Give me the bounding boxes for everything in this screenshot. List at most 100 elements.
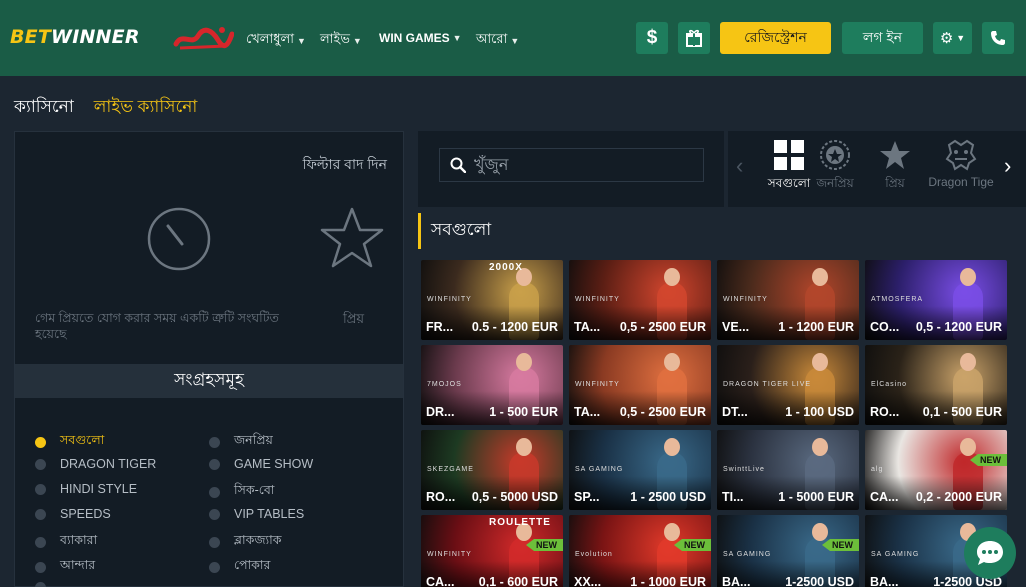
radio-dot: [35, 582, 46, 587]
collection-item-vip-tables[interactable]: VIP TABLES: [209, 507, 304, 521]
phone-icon: [991, 31, 1005, 45]
game-name: CA...: [870, 490, 899, 504]
game-card[interactable]: SA GAMING NEW BA... 1-2500 USD: [717, 515, 859, 587]
game-card[interactable]: Evolution NEW XX... 1 - 1000 EUR: [569, 515, 711, 587]
game-card[interactable]: WINFINITY 2000X FR... 0.5 - 1200 EUR: [421, 260, 563, 340]
search-input[interactable]: খুঁজুন: [439, 148, 704, 182]
games-grid: WINFINITY 2000X FR... 0.5 - 1200 EUR WINFINI…: [421, 260, 1011, 587]
gear-icon: ⚙: [939, 30, 954, 47]
bet-limit: 1 - 2500 USD: [630, 490, 706, 504]
radio-dot: [35, 508, 46, 520]
deposit-button[interactable]: $: [636, 22, 668, 54]
game-card[interactable]: SA GAMING SP... 1 - 2500 USD: [569, 430, 711, 510]
collection-item-baccarat[interactable]: ব্যাকারা: [35, 532, 97, 552]
game-card[interactable]: WINFINITY TA... 0,5 - 2500 EUR: [569, 345, 711, 425]
radio-dot: [35, 536, 46, 548]
game-name: BA...: [722, 575, 751, 587]
game-banner: ROULETTE: [489, 517, 551, 528]
favorites-label: প্রিয়: [343, 311, 365, 326]
radio-dot: [209, 561, 220, 573]
game-name: TI...: [722, 490, 744, 504]
dragon-icon: [945, 139, 977, 171]
collection-item-sic-bo[interactable]: সিক-বো: [209, 482, 274, 502]
radio-dot: [209, 436, 220, 448]
badge-icon: [820, 140, 850, 170]
game-card[interactable]: SwinttLive TI... 1 - 5000 EUR: [717, 430, 859, 510]
game-card[interactable]: ATMOSFERA CO... 0,5 - 1200 EUR: [865, 260, 1007, 340]
game-card[interactable]: ElCasino RO... 0,1 - 500 EUR: [865, 345, 1007, 425]
reset-filter-link[interactable]: ফিল্টার বাদ দিন: [303, 153, 387, 177]
game-card[interactable]: WINFINITY ROULETTE NEW CA... 0,1 - 600 EUR: [421, 515, 563, 587]
top-header: BETWINNER খেলাধুলা ▼ লাইভ ▼ WIN GAMES ▼ আরো…: [0, 0, 1026, 76]
dealer-head: [960, 438, 976, 456]
nav-win-games[interactable]: WIN GAMES ▼: [379, 31, 462, 45]
chevron-left-icon[interactable]: ‹: [736, 153, 743, 179]
nav-sports[interactable]: খেলাধুলা ▼: [246, 30, 306, 51]
provider-logo: SKEZGAME: [427, 466, 474, 473]
bet-limit: 1 - 500 EUR: [489, 405, 558, 419]
radio-dot: [209, 508, 220, 520]
provider-logo: alg: [871, 466, 884, 473]
bet-limit: 0,1 - 500 EUR: [922, 405, 1002, 419]
collection-item-speeds[interactable]: SPEEDS: [35, 507, 111, 521]
category-popular[interactable]: জনপ্রিয়: [805, 139, 865, 195]
chevron-down-icon: ▼: [510, 35, 520, 46]
chat-button[interactable]: [964, 527, 1016, 579]
betwinner-logo[interactable]: BETWINNER: [10, 26, 140, 48]
collection-item-game-show[interactable]: GAME SHOW: [209, 457, 313, 471]
game-card[interactable]: DRAGON TIGER LIVE DT... 1 - 100 USD: [717, 345, 859, 425]
provider-logo: Evolution: [575, 551, 613, 558]
radio-dot: [35, 561, 46, 573]
collection-item-andar[interactable]: আন্দার: [35, 557, 95, 577]
chevron-down-icon: ▼: [352, 35, 362, 46]
category-dragon-tiger[interactable]: Dragon Tige: [919, 139, 1003, 189]
provider-logo: ElCasino: [871, 381, 908, 388]
collection-item-all[interactable]: সবগুলো: [35, 432, 104, 452]
dollar-icon: $: [646, 27, 658, 48]
filter-panel: ফিল্টার বাদ দিন গেম প্রিয়তে যোগ করার সম…: [14, 131, 404, 587]
casino-tabs: ক্যাসিনো লাইভ ক্যাসিনো: [14, 94, 197, 122]
dealer-head: [664, 268, 680, 286]
collection-item-poker[interactable]: পোকার: [209, 557, 270, 577]
game-card[interactable]: WINFINITY VE... 1 - 1200 EUR: [717, 260, 859, 340]
bet-limit: 1-2500 USD: [785, 575, 854, 587]
provider-logo: WINFINITY: [575, 381, 620, 388]
nav-live[interactable]: লাইভ ▼: [320, 30, 362, 51]
collection-item-popular[interactable]: জনপ্রিয়: [209, 432, 273, 452]
chevron-down-icon: ▼: [452, 33, 462, 43]
phone-button[interactable]: [982, 22, 1014, 54]
category-favorites[interactable]: প্রিয়: [865, 139, 925, 195]
bet-limit: 1 - 1200 EUR: [778, 320, 854, 334]
game-name: SP...: [574, 490, 600, 504]
game-name: CA...: [426, 575, 455, 587]
collection-item-more[interactable]: [35, 582, 60, 587]
game-card[interactable]: SKEZGAME RO... 0,5 - 5000 USD: [421, 430, 563, 510]
radio-dot: [35, 458, 46, 470]
provider-logo: ATMOSFERA: [871, 296, 924, 303]
dealer-head: [664, 438, 680, 456]
login-button[interactable]: লগ ইন: [842, 22, 923, 54]
tab-casino[interactable]: ক্যাসিনো: [14, 94, 74, 122]
collection-item-dragon-tiger[interactable]: DRAGON TIGER: [35, 457, 156, 471]
tab-live-casino[interactable]: লাইভ ক্যাসিনো: [94, 94, 198, 122]
game-name: RO...: [426, 490, 456, 504]
nav-more[interactable]: আরো ▼: [476, 30, 519, 51]
promo-logo-icon[interactable]: [172, 24, 234, 52]
game-name: TA...: [574, 320, 601, 334]
chevron-right-icon[interactable]: ›: [1004, 153, 1011, 179]
collection-item-hindi-style[interactable]: HINDI STYLE: [35, 482, 137, 496]
game-card[interactable]: alg NEW CA... 0,2 - 2000 EUR: [865, 430, 1007, 510]
game-card[interactable]: WINFINITY TA... 0,5 - 2500 EUR: [569, 260, 711, 340]
dealer-head: [812, 268, 828, 286]
bonus-button[interactable]: [678, 22, 710, 54]
register-button[interactable]: রেজিস্ট্রেশন: [720, 22, 831, 54]
collection-item-blackjack[interactable]: ব্লাকজ্যাক: [209, 532, 282, 552]
star-outline-icon[interactable]: [319, 206, 385, 270]
bet-limit: 0,2 - 2000 EUR: [915, 490, 1002, 504]
settings-button[interactable]: ⚙ ▼: [933, 22, 972, 54]
chat-bubble-icon: [977, 541, 1003, 565]
game-name: XX...: [574, 575, 602, 587]
game-card[interactable]: 7MOJOS DR... 1 - 500 EUR: [421, 345, 563, 425]
collections-title: সংগ্রহসমূহ: [15, 364, 403, 398]
favorites-error-note: গেম প্রিয়তে যোগ করার সময় একটি ত্রুটি স…: [35, 311, 279, 341]
